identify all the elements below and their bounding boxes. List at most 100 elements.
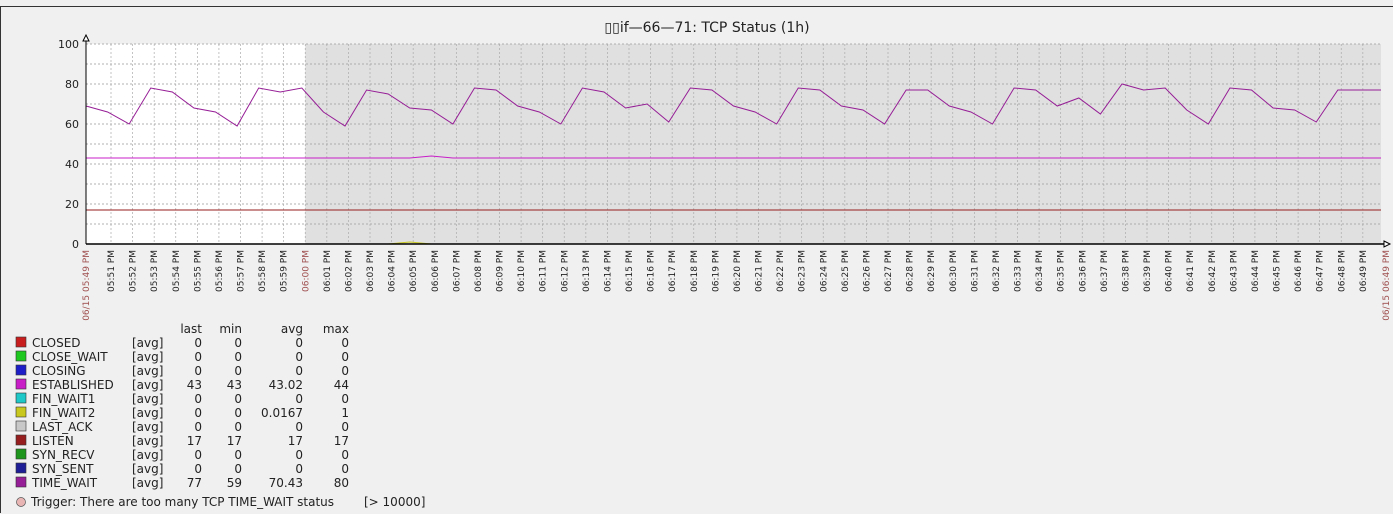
x-tick-label: 05:58 PM <box>258 250 268 292</box>
legend-name: LISTEN <box>32 434 74 448</box>
x-tick-label: 06:21 PM <box>755 250 765 292</box>
x-tick-label: 06:23 PM <box>798 250 808 292</box>
x-tick-label: 06:35 PM <box>1057 250 1067 292</box>
legend-func: [avg] <box>132 434 163 448</box>
legend-avg: 0 <box>295 448 303 462</box>
legend-func: [avg] <box>132 350 163 364</box>
y-axis-arrow-icon <box>82 33 90 42</box>
x-tick-label: 06:38 PM <box>1121 250 1131 292</box>
legend-max: 0 <box>341 462 349 476</box>
x-tick-label: 06:03 PM <box>366 250 376 292</box>
x-tick-label: 05:57 PM <box>237 250 247 292</box>
x-tick-label: 06:00 PM <box>301 250 311 292</box>
legend-avg: 0 <box>295 364 303 378</box>
legend-max: 0 <box>341 448 349 462</box>
legend-avg: 0 <box>295 420 303 434</box>
legend-last: 43 <box>187 378 202 392</box>
legend-swatch <box>15 434 27 446</box>
x-tick-label: 06:39 PM <box>1143 250 1153 292</box>
legend-min: 43 <box>227 378 242 392</box>
legend-header-max: max <box>323 322 349 336</box>
legend-max: 1 <box>341 406 349 420</box>
legend-name: CLOSE_WAIT <box>32 350 108 364</box>
legend-min: 0 <box>234 448 242 462</box>
legend-min: 0 <box>234 462 242 476</box>
tcp-status-chart: ▯▯if—66—71: TCP Status (1h) 05:51 PM 05:5… <box>15 20 1392 509</box>
x-tick-label: 06:28 PM <box>906 250 916 292</box>
x-tick-label: 06:15 PM <box>625 250 635 292</box>
x-tick-label: 05:55 PM <box>193 250 203 292</box>
x-tick-label: 05:59 PM <box>280 250 290 292</box>
legend-name: CLOSING <box>32 364 86 378</box>
legend-max: 80 <box>334 476 349 490</box>
legend-swatch <box>15 364 27 376</box>
x-tick-label: 06:24 PM <box>819 250 829 292</box>
legend-func: [avg] <box>132 476 163 490</box>
x-start-label: 06/15 05:49 PM <box>82 250 92 321</box>
legend-avg: 43.02 <box>269 378 303 392</box>
legend-func: [avg] <box>132 420 163 434</box>
x-tick-label: 06:34 PM <box>1035 250 1045 292</box>
x-tick-label: 06:09 PM <box>496 250 506 292</box>
x-tick-label: 06:45 PM <box>1273 250 1283 292</box>
legend-header-min: min <box>219 322 242 336</box>
y-tick-label: 0 <box>72 238 79 251</box>
x-tick-label: 06:27 PM <box>884 250 894 292</box>
legend-func: [avg] <box>132 336 163 350</box>
legend-max: 0 <box>341 350 349 364</box>
legend-max: 0 <box>341 420 349 434</box>
x-tick-label: 05:54 PM <box>172 250 182 292</box>
x-tick-label: 06:16 PM <box>647 250 657 292</box>
legend-swatch <box>15 336 27 348</box>
x-tick-label: 06:19 PM <box>711 250 721 292</box>
legend-avg: 0 <box>295 392 303 406</box>
legend-max: 44 <box>334 378 349 392</box>
legend-swatch <box>15 392 27 404</box>
x-tick-label: 06:07 PM <box>452 250 462 292</box>
x-tick-label: 06:17 PM <box>668 250 678 292</box>
legend-min: 0 <box>234 336 242 350</box>
x-tick-label: 06:10 PM <box>517 250 527 292</box>
x-tick-label: 06:31 PM <box>970 250 980 292</box>
x-tick-label: 06:25 PM <box>841 250 851 292</box>
legend-last: 77 <box>187 476 202 490</box>
x-tick-label: 05:52 PM <box>129 250 139 292</box>
x-tick-label: 06:26 PM <box>862 250 872 292</box>
legend-name: FIN_WAIT2 <box>32 406 95 420</box>
x-tick-label: 06:29 PM <box>927 250 937 292</box>
x-tick-label: 06:05 PM <box>409 250 419 292</box>
legend-max: 0 <box>341 364 349 378</box>
x-tick-label: 06:42 PM <box>1208 250 1218 292</box>
x-tick-label: 06:18 PM <box>690 250 700 292</box>
x-tick-label: 06:47 PM <box>1316 250 1326 292</box>
legend-func: [avg] <box>132 462 163 476</box>
legend-last: 0 <box>194 392 202 406</box>
legend-max: 17 <box>334 434 349 448</box>
legend-min: 17 <box>227 434 242 448</box>
legend-func: [avg] <box>132 378 163 392</box>
x-tick-label: 06:46 PM <box>1294 250 1304 292</box>
x-tick-label: 05:53 PM <box>150 250 160 292</box>
x-tick-label: 06:40 PM <box>1165 250 1175 292</box>
trigger-threshold: [> 10000] <box>364 495 425 509</box>
legend-avg: 17 <box>288 434 303 448</box>
legend-avg: 70.43 <box>269 476 303 490</box>
legend-last: 0 <box>194 336 202 350</box>
legend-min: 59 <box>227 476 242 490</box>
x-tick-label: 06:11 PM <box>539 250 549 292</box>
legend-min: 0 <box>234 350 242 364</box>
x-tick-label: 06:01 PM <box>323 250 333 292</box>
legend-min: 0 <box>234 420 242 434</box>
legend-name: CLOSED <box>32 336 81 350</box>
x-tick-label: 06:49 PM <box>1359 250 1369 292</box>
legend-name: FIN_WAIT1 <box>32 392 95 406</box>
x-tick-label: 06:36 PM <box>1078 250 1088 292</box>
legend-name: ESTABLISHED <box>32 378 114 392</box>
legend-last: 0 <box>194 462 202 476</box>
legend-max: 0 <box>341 392 349 406</box>
legend-min: 0 <box>234 392 242 406</box>
legend-func: [avg] <box>132 392 163 406</box>
x-tick-label: 06:43 PM <box>1229 250 1239 292</box>
legend-name: SYN_SENT <box>32 462 94 476</box>
legend-last: 17 <box>187 434 202 448</box>
